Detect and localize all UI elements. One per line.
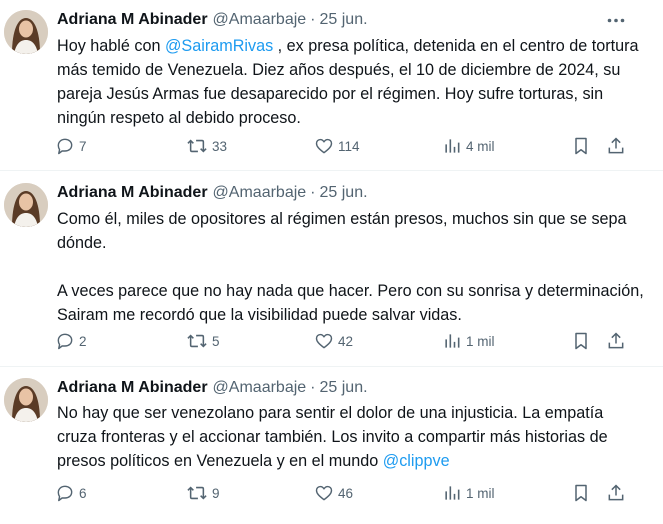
- repost-count: 5: [212, 333, 220, 349]
- views-count: 1 mil: [466, 333, 495, 349]
- views-bar-chart-icon: [445, 334, 460, 348]
- share-upload-icon: [608, 484, 624, 501]
- repost-button[interactable]: 5: [186, 329, 220, 353]
- bookmark-button[interactable]: [572, 134, 590, 158]
- repost-button[interactable]: 33: [186, 134, 227, 158]
- heart-icon: [315, 333, 333, 349]
- repost-arrows-icon: [187, 334, 207, 348]
- views-button[interactable]: 4 mil: [442, 134, 495, 158]
- share-upload-icon: [608, 332, 624, 349]
- author-name[interactable]: Adriana M Abinader: [57, 184, 208, 202]
- tweet-header: Adriana M Abinader @Amaarbaje · 25 jun.: [57, 377, 368, 399]
- tweet-header: Adriana M Abinader @Amaarbaje · 25 jun.: [57, 182, 368, 204]
- views-bar-chart-icon: [445, 139, 460, 153]
- tweet-text: Como él, miles de opositores al régimen …: [57, 210, 644, 324]
- tweet-text: No hay que ser venezolano para sentir el…: [57, 401, 647, 473]
- bookmark-icon: [575, 137, 587, 155]
- share-button[interactable]: [606, 481, 626, 505]
- repost-arrows-icon: [187, 139, 207, 153]
- separator-dot: ·: [310, 379, 316, 396]
- reply-count: 7: [79, 138, 87, 154]
- tweet-1[interactable]: Adriana M Abinader @Amaarbaje · 25 jun. …: [0, 0, 663, 170]
- reply-button[interactable]: 6: [55, 481, 87, 505]
- separator-dot: ·: [310, 11, 316, 28]
- repost-count: 9: [212, 485, 220, 501]
- bookmark-icon: [575, 484, 587, 502]
- views-count: 1 mil: [466, 485, 495, 501]
- reply-bubble-icon: [57, 485, 73, 502]
- views-count: 4 mil: [466, 138, 495, 154]
- author-handle[interactable]: @Amaarbaje: [213, 379, 307, 397]
- mention-link[interactable]: @SairamRivas: [165, 37, 273, 55]
- bookmark-icon: [575, 332, 587, 350]
- like-count: 114: [338, 138, 360, 154]
- tweet-2[interactable]: Adriana M Abinader @Amaarbaje · 25 jun. …: [0, 171, 663, 366]
- share-button[interactable]: [606, 134, 626, 158]
- like-button[interactable]: 114: [314, 134, 360, 158]
- more-button[interactable]: [605, 13, 627, 27]
- avatar[interactable]: [4, 183, 48, 227]
- reply-count: 2: [79, 333, 87, 349]
- views-button[interactable]: 1 mil: [442, 481, 495, 505]
- tweet-date[interactable]: 25 jun.: [320, 379, 368, 397]
- reply-button[interactable]: 2: [55, 329, 87, 353]
- heart-icon: [315, 138, 333, 154]
- repost-button[interactable]: 9: [186, 481, 220, 505]
- author-name[interactable]: Adriana M Abinader: [57, 379, 208, 397]
- reply-bubble-icon: [57, 333, 73, 350]
- tweet-text: Hoy hablé con @SairamRivas , ex presa po…: [57, 34, 647, 130]
- share-upload-icon: [608, 137, 624, 154]
- tweet-text-part: No hay que ser venezolano para sentir el…: [57, 404, 613, 470]
- like-count: 46: [338, 485, 354, 501]
- separator-dot: ·: [310, 184, 316, 201]
- views-bar-chart-icon: [445, 486, 460, 500]
- mention-link[interactable]: @clippve: [383, 452, 450, 470]
- author-handle[interactable]: @Amaarbaje: [213, 11, 307, 29]
- avatar[interactable]: [4, 10, 48, 54]
- repost-count: 33: [212, 138, 228, 154]
- avatar[interactable]: [4, 378, 48, 422]
- more-dots-icon: [607, 18, 625, 22]
- like-count: 42: [338, 333, 354, 349]
- like-button[interactable]: 46: [314, 481, 353, 505]
- tweet-date[interactable]: 25 jun.: [320, 11, 368, 29]
- heart-icon: [315, 485, 333, 501]
- author-name[interactable]: Adriana M Abinader: [57, 11, 208, 29]
- tweet-text-part: Hoy hablé con: [57, 37, 165, 55]
- views-button[interactable]: 1 mil: [442, 329, 495, 353]
- bookmark-button[interactable]: [572, 329, 590, 353]
- reply-bubble-icon: [57, 138, 73, 155]
- like-button[interactable]: 42: [314, 329, 353, 353]
- tweet-date[interactable]: 25 jun.: [320, 184, 368, 202]
- share-button[interactable]: [606, 329, 626, 353]
- bookmark-button[interactable]: [572, 481, 590, 505]
- reply-button[interactable]: 7: [55, 134, 87, 158]
- tweet-actions: 6 9 46 1 mil: [0, 481, 663, 505]
- tweet-header: Adriana M Abinader @Amaarbaje · 25 jun.: [57, 9, 368, 31]
- author-handle[interactable]: @Amaarbaje: [213, 184, 307, 202]
- tweet-3[interactable]: Adriana M Abinader @Amaarbaje · 25 jun. …: [0, 367, 663, 524]
- reply-count: 6: [79, 485, 87, 501]
- tweet-actions: 7 33 114 4 mil: [0, 134, 663, 158]
- tweet-actions: 2 5 42 1 mil: [0, 329, 663, 353]
- repost-arrows-icon: [187, 486, 207, 500]
